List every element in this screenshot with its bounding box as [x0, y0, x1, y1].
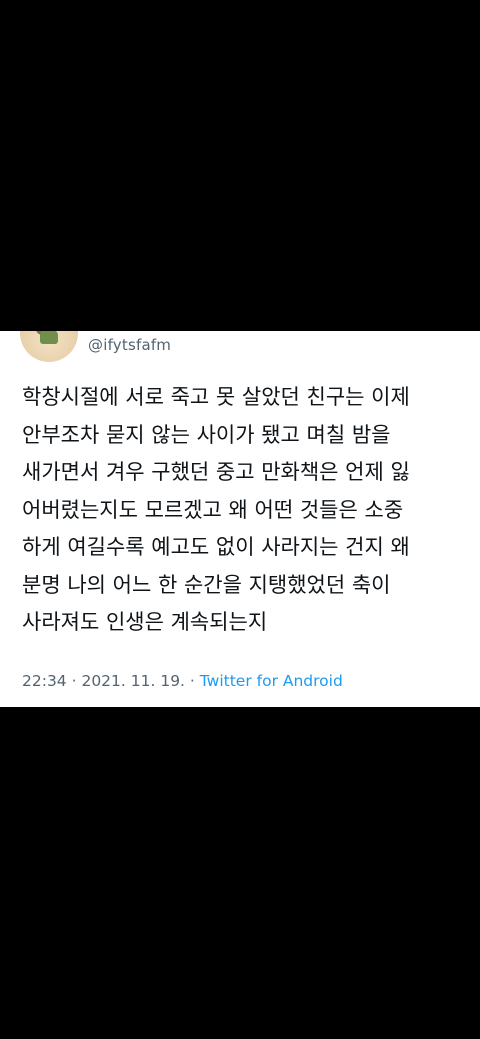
tweet-text-line: 하게 여길수록 예고도 없이 사라지는 건지 왜 — [22, 535, 410, 559]
tweet-text-line: 어버렸는지도 모르겠고 왜 어떤 것들은 소중 — [22, 497, 404, 522]
tweet-text-line: 분명 나의 어느 한 순간을 지탱했었던 축이 — [22, 572, 391, 597]
tweet-source-link[interactable]: Twitter for Android — [200, 672, 343, 690]
bottom-black-area — [0, 707, 480, 1039]
tweet-time[interactable]: 22:34 — [22, 672, 67, 690]
tweet-text-line: 학창시절에 서로 죽고 못 살았던 친구는 이제 — [22, 385, 410, 409]
tweet-text: 학창시절에 서로 죽고 못 살았던 친구는 이제 안부조차 묻지 않는 사이가 … — [22, 379, 468, 642]
tweet-meta: 22:34 · 2021. 11. 19. · Twitter for Andr… — [22, 672, 343, 690]
tweet-card: @ifytsfafm 학창시절에 서로 죽고 못 살았던 친구는 이제 안부조차… — [0, 331, 480, 707]
meta-separator: · — [66, 672, 82, 690]
tweet-text-line: 새가면서 겨우 구했던 중고 만화책은 언제 잃 — [22, 460, 410, 484]
avatar-figure-body — [40, 331, 58, 344]
tweet-text-line: 사라져도 인생은 계속되는지 — [22, 610, 268, 634]
avatar[interactable] — [20, 331, 78, 362]
tweet-date[interactable]: 2021. 11. 19. — [81, 672, 185, 690]
tweet-text-line: 안부조차 묻지 않는 사이가 됐고 며칠 밤을 — [22, 422, 391, 447]
user-handle[interactable]: @ifytsfafm — [88, 336, 171, 354]
meta-separator: · — [184, 672, 200, 690]
top-black-area — [0, 0, 480, 331]
